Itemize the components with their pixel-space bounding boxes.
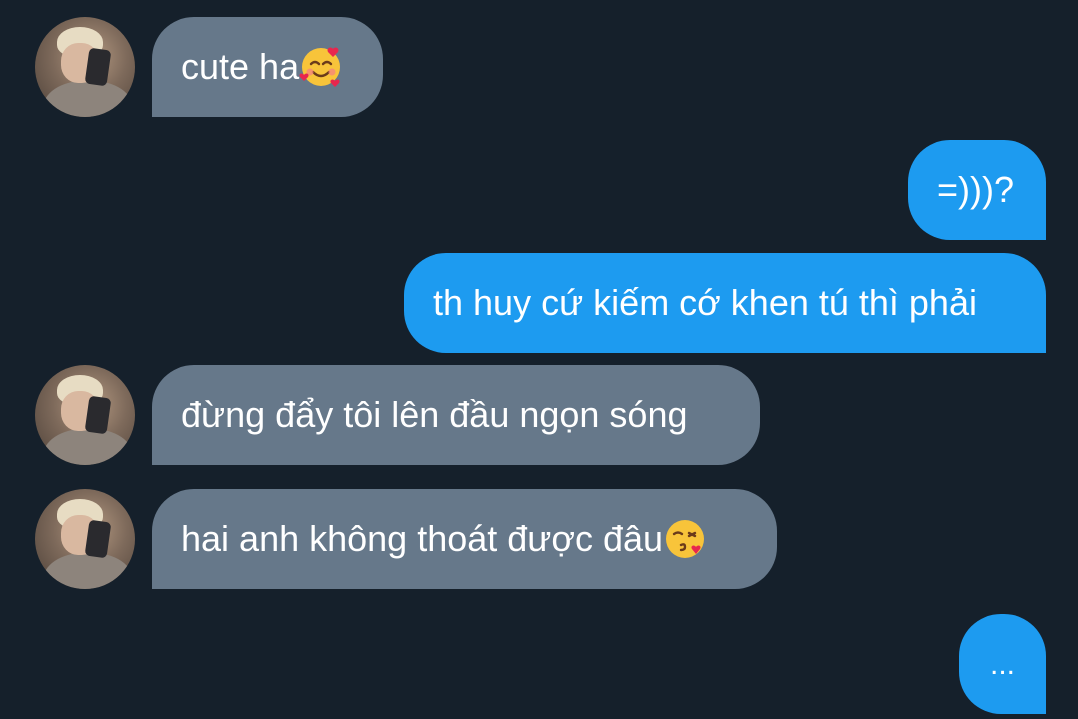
outgoing-message-bubble[interactable]: =)))?: [908, 140, 1046, 240]
avatar[interactable]: [35, 365, 135, 465]
typing-dots: ...: [989, 648, 1015, 681]
typing-indicator-bubble: ...: [959, 614, 1046, 714]
message-text: cute ha: [181, 46, 300, 87]
face-blowing-kiss-icon: [663, 517, 707, 561]
incoming-message-bubble[interactable]: hai anh không thoát được đâu: [152, 489, 777, 589]
avatar[interactable]: [35, 489, 135, 589]
avatar[interactable]: [35, 17, 135, 117]
message-text: đừng đẩy tôi lên đầu ngọn sóng: [181, 394, 688, 435]
smiling-face-with-hearts-icon: [299, 45, 343, 89]
incoming-message-bubble[interactable]: cute ha: [152, 17, 383, 117]
message-text: th huy cứ kiếm cớ khen tú thì phải: [433, 282, 977, 323]
outgoing-message-bubble[interactable]: th huy cứ kiếm cớ khen tú thì phải: [404, 253, 1046, 353]
message-text: hai anh không thoát được đâu: [181, 518, 664, 559]
message-text: =)))?: [937, 169, 1015, 210]
incoming-message-bubble[interactable]: đừng đẩy tôi lên đầu ngọn sóng: [152, 365, 760, 465]
